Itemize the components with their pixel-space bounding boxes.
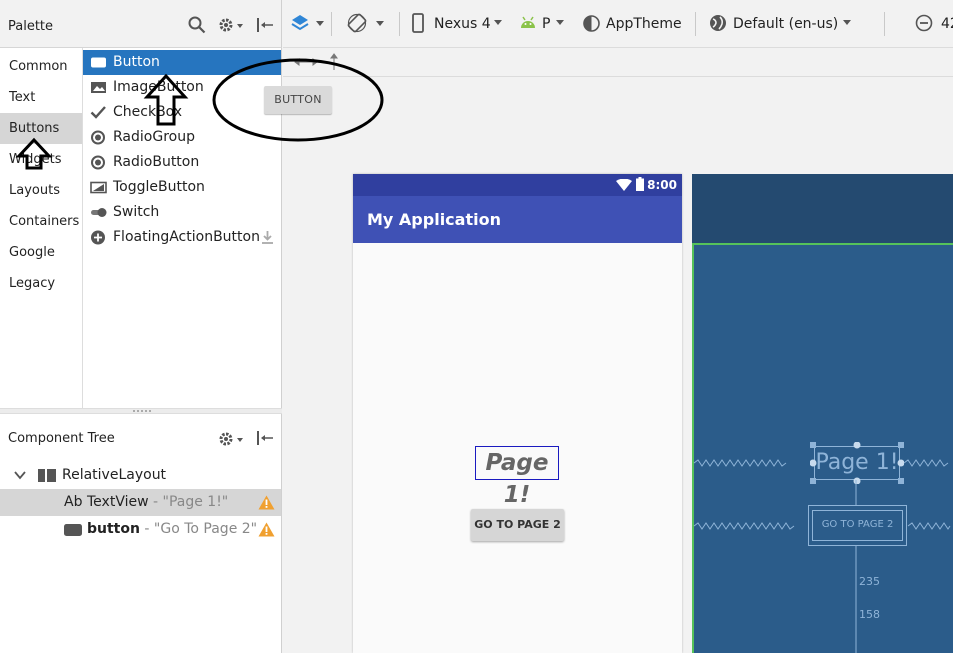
blueprint-button-label: GO TO PAGE 2 [821, 519, 894, 530]
go-to-page-2-button[interactable]: GO TO PAGE 2 [471, 509, 564, 541]
api-level-selector[interactable]: P [542, 15, 550, 33]
vertical-constraint-line [855, 480, 857, 653]
theme-icon[interactable] [583, 15, 600, 32]
globe-icon[interactable] [709, 14, 727, 32]
tree-node-relativelayout[interactable]: RelativeLayout [0, 462, 281, 489]
margin-label: 235 [859, 575, 880, 588]
zoom-out-icon[interactable] [915, 14, 933, 32]
blueprint-surface[interactable]: Page 1! GO TO PAGE 2 235 158 [692, 174, 953, 653]
textview-page-1[interactable]: Page 1! [475, 446, 559, 508]
rotate-icon[interactable] [347, 13, 367, 33]
battery-icon [636, 177, 644, 191]
zoom-level: 42 [941, 16, 953, 32]
widget-label: FloatingActionButton [113, 229, 260, 245]
wifi-icon [616, 179, 632, 191]
plus-circle-icon [90, 230, 107, 245]
layers-icon[interactable] [290, 13, 310, 33]
widget-floatingactionbutton[interactable]: FloatingActionButton [83, 225, 281, 250]
warning-icon[interactable] [258, 495, 275, 510]
annotation-ellipse [212, 58, 384, 142]
textview-icon: Ab [64, 494, 83, 510]
android-icon[interactable] [519, 15, 537, 29]
blueprint-button-outer[interactable]: GO TO PAGE 2 [808, 505, 907, 546]
tree-node-label: RelativeLayout [62, 467, 167, 483]
resize-handles[interactable] [810, 442, 904, 484]
tree-node-button[interactable]: button - "Go To Page 2" [0, 516, 281, 543]
gear-icon[interactable] [218, 430, 244, 448]
layout-icon [38, 469, 56, 482]
device-selector[interactable]: Nexus 4 [434, 15, 491, 33]
button-icon [64, 524, 82, 536]
chevron-down-icon[interactable] [14, 471, 26, 480]
app-bar: My Application [353, 196, 682, 243]
blueprint-appbar [692, 174, 953, 243]
blueprint-button: GO TO PAGE 2 [812, 510, 903, 541]
status-time: 8:00 [647, 178, 677, 192]
widget-label: Switch [113, 204, 160, 220]
design-surface[interactable]: 8:00 My Application Page 1! GO TO PAGE 2 [353, 174, 682, 653]
component-tree-panel: Component Tree RelativeLayout Ab TextVie… [0, 414, 282, 653]
category-containers[interactable]: Containers [0, 206, 82, 237]
category-legacy[interactable]: Legacy [0, 268, 82, 299]
component-tree-title: Component Tree [8, 431, 115, 446]
switch-icon [90, 205, 107, 220]
status-bar: 8:00 [353, 174, 682, 196]
collapse-panel-icon[interactable] [256, 430, 274, 446]
warning-icon[interactable] [258, 522, 275, 537]
phone-device-icon[interactable] [412, 13, 424, 33]
tree-node-label: button - "Go To Page 2" [87, 521, 258, 537]
tree-node-label: TextView - "Page 1!" [87, 494, 229, 510]
margin-label: 158 [859, 608, 880, 621]
app-title: My Application [367, 210, 501, 229]
theme-selector[interactable]: AppTheme [606, 15, 682, 33]
locale-selector[interactable]: Default (en-us) [733, 15, 838, 33]
download-icon[interactable] [261, 230, 274, 245]
design-toolbar: Nexus 4 P AppTheme Default (en-us) 42 [283, 0, 953, 48]
tree-node-textview[interactable]: Ab TextView - "Page 1!" [0, 489, 281, 516]
widget-switch[interactable]: Switch [83, 200, 281, 225]
category-google[interactable]: Google [0, 237, 82, 268]
